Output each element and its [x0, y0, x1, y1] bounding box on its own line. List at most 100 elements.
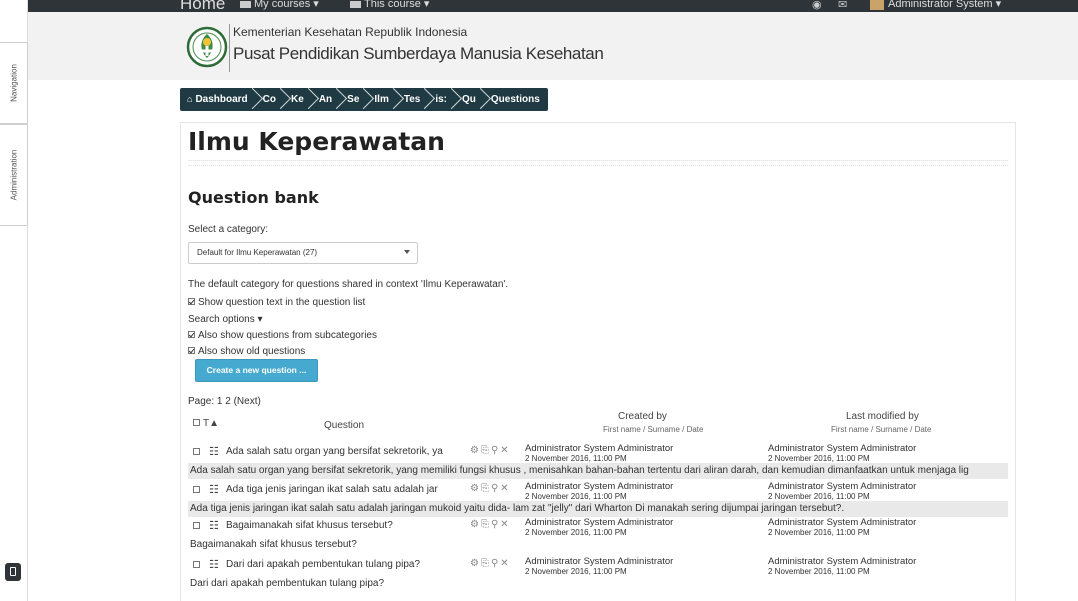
old-questions-option[interactable]: Also show old questions	[188, 346, 305, 357]
modified-date: 2 November 2016, 11:00 PM	[768, 567, 870, 576]
created-date: 2 November 2016, 11:00 PM	[525, 528, 627, 537]
modifier-name[interactable]: Administrator System Administrator	[768, 556, 916, 567]
gear-icon[interactable]: ⚙	[470, 483, 481, 494]
created-date: 2 November 2016, 11:00 PM	[525, 567, 627, 576]
creator-name[interactable]: Administrator System Administrator	[525, 517, 673, 528]
select-all-checkbox[interactable]	[193, 418, 200, 426]
row-actions: ⚙⎘⚲✕	[470, 519, 511, 530]
bullhorn-icon[interactable]: ◉	[812, 0, 822, 11]
administration-tab[interactable]: Administration	[0, 124, 28, 226]
my-courses-menu[interactable]: My courses ▾	[240, 0, 319, 10]
copy-icon[interactable]: ⎘	[481, 483, 491, 494]
question-name: Bagaimanakah sifat khusus tersebut?	[226, 520, 393, 531]
breadcrumb-label: Se	[347, 94, 360, 105]
gear-icon[interactable]: ⚙	[470, 519, 481, 530]
breadcrumb-item[interactable]: Questions	[484, 88, 548, 111]
delete-icon[interactable]: ✕	[500, 483, 510, 494]
home-link[interactable]: Home	[180, 0, 225, 12]
select-all-header[interactable]: T▲	[193, 418, 219, 429]
page-title: Ilmu Keperawatan	[188, 127, 445, 156]
copy-icon[interactable]: ⎘	[481, 519, 491, 530]
modified-by-subheader[interactable]: First name / Surname / Date	[831, 425, 931, 434]
drawer-toggle-button[interactable]	[5, 563, 21, 581]
user-name: Administrator System ▾	[888, 0, 1002, 10]
created-by-header[interactable]: Created by	[618, 411, 667, 422]
book-icon	[350, 0, 361, 8]
breadcrumb-item[interactable]: Se	[340, 88, 367, 111]
modified-by-header[interactable]: Last modified by	[846, 411, 919, 422]
multichoice-icon: ☷	[209, 484, 219, 496]
question-text-preview: Dari dari apakah pembentukan tulang pipa…	[188, 576, 1008, 592]
modifier-name[interactable]: Administrator System Administrator	[768, 443, 916, 454]
modifier-name[interactable]: Administrator System Administrator	[768, 481, 916, 492]
multichoice-icon: ☷	[209, 520, 219, 532]
preview-icon[interactable]: ⚲	[491, 519, 500, 530]
question-name: Ada tiga jenis jaringan ikat salah satu …	[226, 484, 438, 495]
creator-name[interactable]: Administrator System Administrator	[525, 481, 673, 492]
question-name: Dari dari apakah pembentukan tulang pipa…	[226, 559, 421, 570]
breadcrumb-label: is:	[435, 94, 448, 105]
search-options-toggle[interactable]: Search options ▾	[188, 314, 263, 325]
breadcrumb-item[interactable]: Ke	[284, 88, 312, 111]
section-title: Question bank	[188, 188, 319, 207]
envelope-icon[interactable]: ✉	[838, 0, 847, 11]
row-actions: ⚙⎘⚲✕	[470, 558, 511, 569]
preview-icon[interactable]: ⚲	[491, 558, 500, 569]
created-by-subheader[interactable]: First name / Surname / Date	[603, 425, 703, 434]
breadcrumb-label: Co	[262, 94, 277, 105]
row-actions: ⚙⎘⚲✕	[470, 483, 511, 494]
delete-icon[interactable]: ✕	[500, 558, 510, 569]
gear-icon[interactable]: ⚙	[470, 445, 481, 456]
delete-icon[interactable]: ✕	[500, 519, 510, 530]
breadcrumb-item[interactable]: An	[312, 88, 340, 111]
subcategories-checkbox[interactable]	[188, 330, 195, 338]
logo-divider	[229, 24, 230, 72]
modifier-name[interactable]: Administrator System Administrator	[768, 517, 916, 528]
row-checkbox[interactable]	[193, 448, 200, 455]
row-checkbox[interactable]	[193, 522, 200, 529]
copy-icon[interactable]: ⎘	[481, 445, 491, 456]
this-course-menu[interactable]: This course ▾	[350, 0, 429, 10]
table-row: ☷ Ada tiga jenis jaringan ikat salah satu…	[188, 481, 1008, 501]
copy-icon[interactable]: ⎘	[481, 558, 491, 569]
question-text-preview: Ada salah satu organ yang bersifat sekre…	[188, 463, 1008, 479]
create-question-button[interactable]: Create a new question ...	[195, 359, 318, 382]
question-name: Ada salah satu organ yang bersifat sekre…	[226, 446, 443, 457]
question-column-header[interactable]: Question	[324, 420, 364, 431]
kemenkes-logo[interactable]	[186, 20, 228, 74]
category-label: Select a category:	[188, 224, 269, 235]
question-text-preview: Bagaimanakah sifat khusus tersebut?	[188, 537, 1008, 553]
subcategories-option[interactable]: Also show questions from subcategories	[188, 330, 377, 341]
breadcrumb-item[interactable]: Tes	[397, 88, 429, 111]
show-text-option[interactable]: Show question text in the question list	[188, 297, 365, 308]
breadcrumb-label: Tes	[403, 94, 421, 105]
breadcrumb-item[interactable]: Ilm	[367, 88, 396, 111]
row-checkbox[interactable]	[193, 561, 200, 568]
avatar	[870, 0, 884, 11]
category-select[interactable]: Default for Ilmu Keperawatan (27)	[188, 242, 418, 264]
caret-down-icon	[404, 250, 410, 254]
old-questions-checkbox[interactable]	[188, 346, 195, 354]
question-text-preview: Ada tiga jenis jaringan ikat salah satu …	[188, 501, 1008, 517]
user-menu[interactable]: Administrator System ▾	[870, 0, 1002, 11]
navigation-tab[interactable]: Navigation	[0, 42, 28, 124]
creator-name[interactable]: Administrator System Administrator	[525, 443, 673, 454]
sort-type-header[interactable]: T▲	[203, 418, 219, 429]
row-actions: ⚙⎘⚲✕	[470, 445, 511, 456]
breadcrumb-item[interactable]: ⌂ Dashboard	[180, 88, 256, 111]
modified-date: 2 November 2016, 11:00 PM	[768, 528, 870, 537]
preview-icon[interactable]: ⚲	[491, 445, 500, 456]
preview-icon[interactable]: ⚲	[491, 483, 500, 494]
gear-icon[interactable]: ⚙	[470, 558, 481, 569]
ministry-name: Kementerian Kesehatan Republik Indonesia	[233, 25, 468, 39]
breadcrumb-item[interactable]: Qu	[455, 88, 484, 111]
breadcrumb-item[interactable]: is:	[428, 88, 455, 111]
show-text-checkbox[interactable]	[188, 297, 195, 305]
row-checkbox[interactable]	[193, 486, 200, 493]
creator-name[interactable]: Administrator System Administrator	[525, 556, 673, 567]
category-select-value: Default for Ilmu Keperawatan (27)	[197, 248, 318, 257]
table-row: ☷ Bagaimanakah sifat khusus tersebut? ⚙⎘⚲✕…	[188, 517, 1008, 537]
pagination[interactable]: Page: 1 2 (Next)	[188, 396, 261, 407]
breadcrumb-item[interactable]: Co	[256, 88, 284, 111]
delete-icon[interactable]: ✕	[500, 445, 510, 456]
